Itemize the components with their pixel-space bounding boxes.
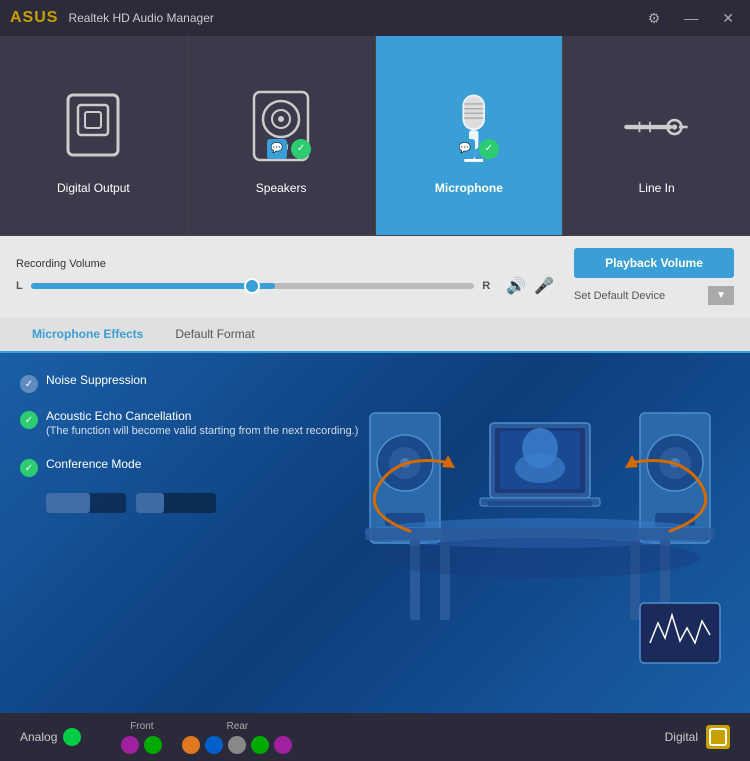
front-rear-section: Front Rear <box>121 721 292 754</box>
slider-row: L R 🔊 🎤 <box>16 276 554 296</box>
analog-dot-green[interactable] <box>63 728 81 746</box>
speakers-badges: 💬 ✓ <box>267 139 311 159</box>
volume-slider-thumb[interactable] <box>244 278 260 294</box>
analog-label: Analog <box>20 730 57 744</box>
mic-badges: 💬 ✓ <box>455 139 499 159</box>
minimize-button[interactable]: — <box>678 8 704 28</box>
speakers-icon: 💬 ✓ <box>241 77 321 177</box>
right-controls: Playback Volume Set Default Device ▼ <box>574 248 734 305</box>
rear-dots <box>182 736 292 754</box>
rear-label: Rear <box>227 721 249 732</box>
tab-digital-output[interactable]: Digital Output <box>0 36 188 235</box>
acoustic-echo-check[interactable]: ✓ <box>20 411 38 429</box>
noise-suppression-label: Noise Suppression <box>46 373 147 387</box>
effects-tabs: Microphone Effects Default Format <box>0 317 750 353</box>
digital-label: Digital <box>665 730 698 744</box>
controls-section: Recording Volume L R 🔊 🎤 Playback Volume… <box>0 236 750 317</box>
chat-badge: 💬 <box>267 139 287 159</box>
app-title: Realtek HD Audio Manager <box>68 11 213 25</box>
conference-mode-item: ✓ Conference Mode <box>20 457 730 477</box>
default-device-row: Set Default Device ▼ <box>574 286 734 305</box>
microphone-icon: 💬 ✓ <box>429 77 509 177</box>
acoustic-echo-subtext: (The function will become valid starting… <box>46 425 358 437</box>
conf-slider-1-fill <box>46 493 90 513</box>
digital-section: Digital <box>665 725 730 749</box>
conference-mode-check[interactable]: ✓ <box>20 459 38 477</box>
titlebar-controls: ⚙ — ✕ <box>642 8 740 29</box>
mic-check-badge: ✓ <box>479 139 499 159</box>
volume-mic-icon[interactable]: 🎤 <box>534 276 554 296</box>
default-device-dropdown[interactable]: ▼ <box>708 286 734 305</box>
tab-line-in[interactable]: Line In <box>563 36 750 235</box>
noise-suppression-item: ✓ Noise Suppression <box>20 373 730 393</box>
acoustic-echo-item: ✓ Acoustic Echo Cancellation (The functi… <box>20 409 730 437</box>
mic-chat-badge: 💬 <box>455 139 475 159</box>
settings-button[interactable]: ⚙ <box>642 8 667 29</box>
rear-ports: Rear <box>182 721 292 754</box>
front-dot-green[interactable] <box>144 736 162 754</box>
conf-slider-1[interactable] <box>46 493 126 513</box>
tab-speakers[interactable]: 💬 ✓ Speakers <box>188 36 376 235</box>
line-in-icon <box>617 77 697 177</box>
rear-dot-orange[interactable] <box>182 736 200 754</box>
asus-logo: ASUS <box>10 9 58 27</box>
device-tabs: Digital Output 💬 ✓ Speakers <box>0 36 750 236</box>
conf-slider-2[interactable] <box>136 493 216 513</box>
effects-list: ✓ Noise Suppression ✓ Acoustic Echo Canc… <box>20 373 730 513</box>
conf-slider-2-fill <box>136 493 164 513</box>
rear-dot-purple[interactable] <box>274 736 292 754</box>
volume-speaker-icon[interactable]: 🔊 <box>506 276 526 296</box>
front-label: Front <box>130 721 153 732</box>
front-dots <box>121 736 162 754</box>
line-in-label: Line In <box>639 181 675 195</box>
digital-output-icon <box>53 77 133 177</box>
rear-dot-blue[interactable] <box>205 736 223 754</box>
noise-suppression-check[interactable]: ✓ <box>20 375 38 393</box>
conference-sliders <box>46 493 730 513</box>
acoustic-echo-text: Acoustic Echo Cancellation (The function… <box>46 409 358 437</box>
volume-control: Recording Volume L R 🔊 🎤 <box>16 258 554 296</box>
titlebar-left: ASUS Realtek HD Audio Manager <box>10 9 214 27</box>
effects-panel: ✓ Noise Suppression ✓ Acoustic Echo Canc… <box>0 353 750 713</box>
tab-microphone[interactable]: 💬 ✓ Microphone <box>376 36 564 235</box>
check-badge: ✓ <box>291 139 311 159</box>
conference-mode-label: Conference Mode <box>46 457 141 471</box>
speakers-label: Speakers <box>256 181 307 195</box>
microphone-label: Microphone <box>435 181 503 195</box>
noise-suppression-text: Noise Suppression <box>46 373 147 387</box>
slider-right-label: R <box>482 280 490 292</box>
titlebar: ASUS Realtek HD Audio Manager ⚙ — ✕ <box>0 0 750 36</box>
acoustic-echo-label: Acoustic Echo Cancellation <box>46 409 358 423</box>
volume-icons: 🔊 🎤 <box>506 276 554 296</box>
playback-volume-button[interactable]: Playback Volume <box>574 248 734 278</box>
analog-section: Analog <box>20 728 81 746</box>
status-bar: Analog Front Rear Digital <box>0 713 750 761</box>
digital-output-label: Digital Output <box>57 181 130 195</box>
default-device-label: Set Default Device <box>574 290 704 302</box>
front-dot-purple[interactable] <box>121 736 139 754</box>
close-button[interactable]: ✕ <box>716 8 740 29</box>
rear-dot-green[interactable] <box>251 736 269 754</box>
tab-microphone-effects[interactable]: Microphone Effects <box>16 317 159 353</box>
digital-icon[interactable] <box>706 725 730 749</box>
volume-slider-track[interactable] <box>31 283 474 289</box>
volume-label: Recording Volume <box>16 258 554 270</box>
volume-slider-fill <box>31 283 275 289</box>
conference-mode-text: Conference Mode <box>46 457 141 471</box>
tab-default-format[interactable]: Default Format <box>159 317 270 353</box>
rear-dot-gray[interactable] <box>228 736 246 754</box>
slider-left-label: L <box>16 280 23 292</box>
front-ports: Front <box>121 721 162 754</box>
